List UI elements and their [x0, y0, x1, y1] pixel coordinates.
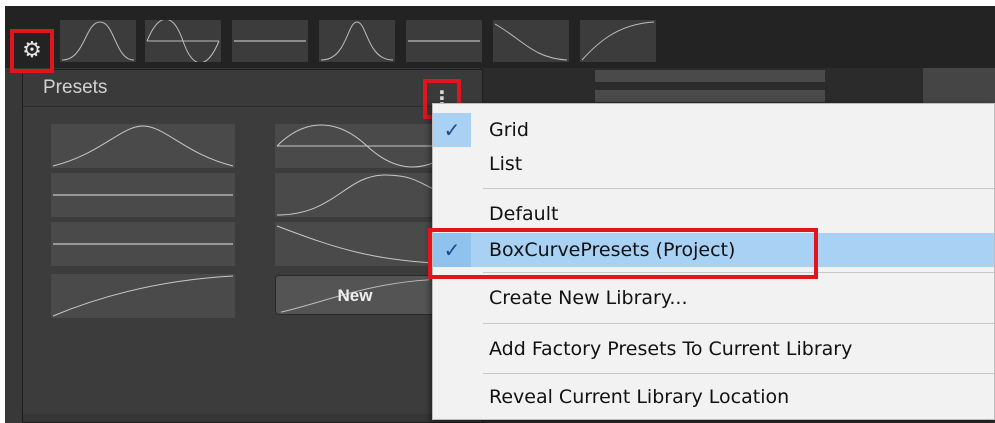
preset-thumb-ease-in[interactable]: [51, 274, 235, 318]
top-preset-ease-in-out[interactable]: [60, 20, 136, 62]
settings-button[interactable]: ⚙: [10, 29, 54, 73]
menu-item-create-new-library[interactable]: Create New Library...: [433, 281, 994, 315]
top-preset-bell[interactable]: [319, 20, 395, 62]
new-preset-button[interactable]: New: [275, 275, 435, 315]
curve-preset-strip: [5, 6, 995, 68]
background-list-blur: [595, 70, 825, 102]
preset-thumb-constant[interactable]: [51, 222, 235, 266]
menu-item-add-factory-presets[interactable]: Add Factory Presets To Current Library: [433, 332, 994, 366]
panel-bottom-edge: [23, 414, 482, 422]
preset-thumb-flat[interactable]: [51, 173, 235, 217]
menu-separator: [483, 188, 994, 189]
menu-separator: [483, 373, 994, 374]
menu-item-default[interactable]: Default: [433, 197, 994, 231]
top-preset-flat[interactable]: [232, 20, 308, 62]
presets-title: Presets: [43, 77, 108, 98]
checkmark-icon: ✓: [433, 113, 471, 147]
presets-panel: Presets New: [22, 69, 483, 423]
menu-item-reveal-library-location[interactable]: Reveal Current Library Location: [433, 380, 994, 414]
menu-separator: [483, 323, 994, 324]
top-preset-ease-in[interactable]: [580, 20, 656, 62]
presets-header: Presets: [23, 70, 482, 107]
new-button-label: New: [337, 286, 373, 305]
highlight-box-selected-library: [428, 228, 818, 279]
top-preset-ease-out[interactable]: [493, 20, 569, 62]
menu-item-grid[interactable]: ✓ Grid: [433, 113, 994, 147]
menu-item-list[interactable]: List: [433, 147, 994, 181]
gear-icon: ⚙: [22, 38, 42, 63]
top-preset-constant[interactable]: [406, 20, 482, 62]
preset-thumb-ease-in-out[interactable]: [51, 124, 235, 168]
top-preset-sine[interactable]: [145, 20, 221, 62]
